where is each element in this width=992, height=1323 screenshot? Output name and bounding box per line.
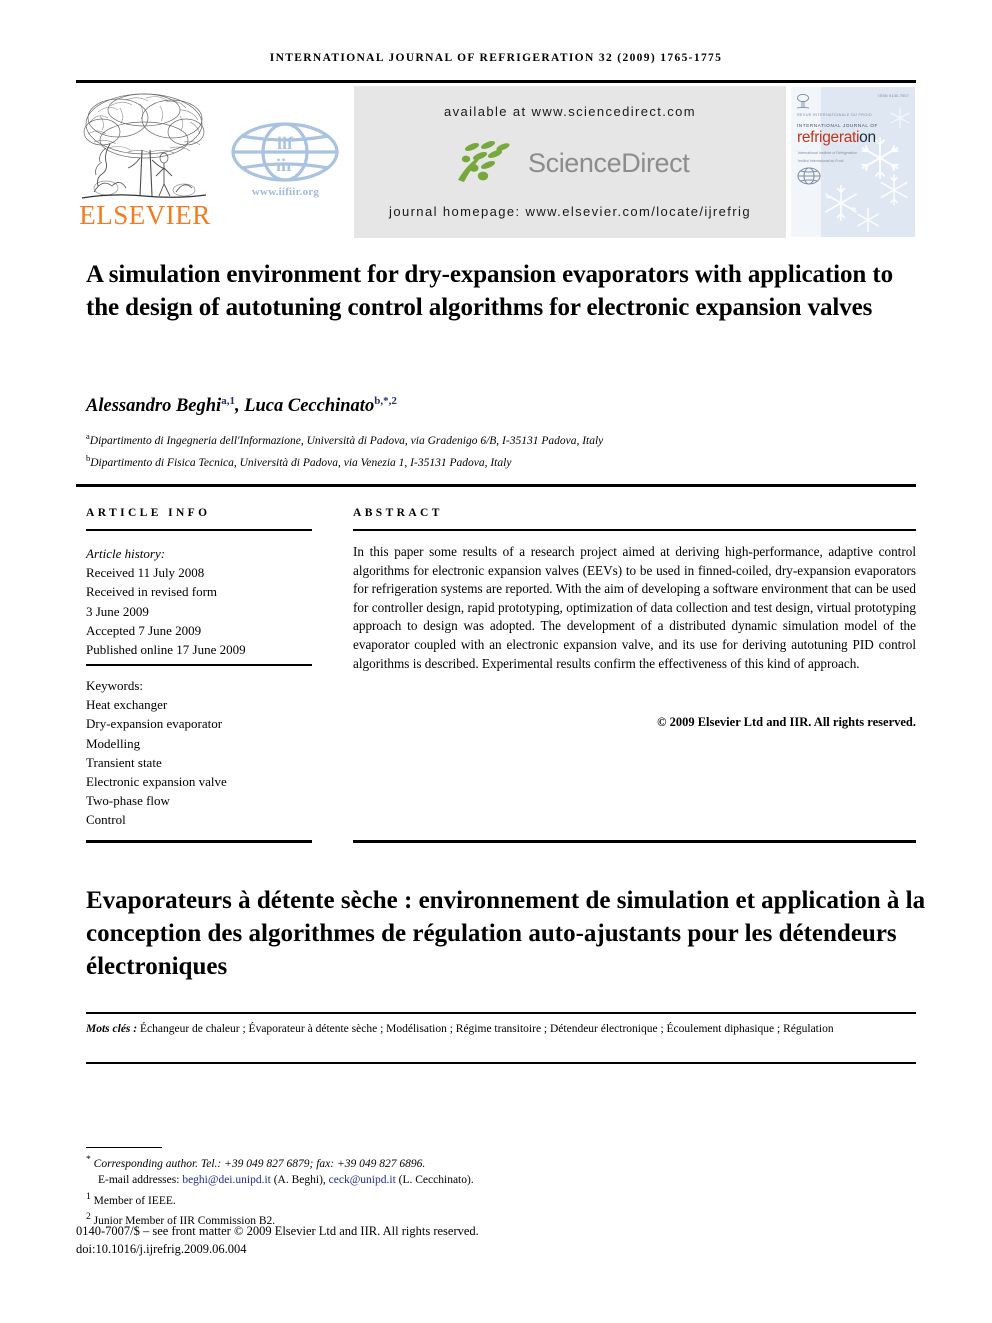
history-item: Published online 17 June 2009: [86, 642, 246, 658]
email-2-owner: (L. Cecchinato).: [398, 1174, 474, 1187]
history-item: Received 11 July 2008: [86, 565, 205, 581]
journal-first-page: INTERNATIONAL JOURNAL OF REFRIGERATION 3…: [0, 0, 992, 1323]
author-2-marks: b,*,2: [374, 395, 397, 407]
header-top-rule: [76, 80, 916, 83]
keyword-item: Modelling: [86, 735, 141, 751]
keywords-block: Keywords: Heat exchanger Dry-expansion e…: [86, 676, 312, 830]
journal-cover-thumbnail: ISSN 0140-7007 REVUE INTERNATIONALE DU F…: [790, 86, 916, 238]
keyword-item: Transient state: [86, 754, 162, 770]
sciencedirect-leaf-icon: [458, 141, 510, 182]
email-link-beghi[interactable]: beghi@dei.unipd.it: [182, 1174, 271, 1186]
cover-ijr-line: INTERNATIONAL JOURNAL OF: [797, 123, 878, 128]
footnote-corresponding: * Corresponding author. Tel.: +39 049 82…: [86, 1152, 686, 1172]
issn-doi-block: 0140-7007/$ – see front matter © 2009 El…: [76, 1222, 776, 1258]
author-2: Luca Cecchinatob,*,2: [244, 395, 397, 417]
keyword-item: Dry-expansion evaporator: [86, 716, 223, 732]
author-list: Alessandro Beghia,1, Luca Cecchinatob,*,…: [86, 395, 916, 417]
snowflake-icon: [890, 107, 910, 129]
keyword-item: Control: [86, 812, 126, 828]
french-title: Evaporateurs à détente sèche : environne…: [86, 887, 926, 980]
abstract-rule: [353, 529, 916, 531]
french-keywords-top-rule: [86, 1012, 916, 1014]
iifiir-logo: iif iir www.iifiir.org: [228, 120, 343, 210]
elsevier-wordmark: ELSEVIER: [79, 200, 211, 230]
email-label: E-mail addresses:: [98, 1174, 180, 1187]
footnote-2-marker: 2: [86, 1211, 91, 1223]
footnote-separator-rule: [86, 1147, 162, 1148]
abstract-text: In this paper some results of a research…: [353, 544, 916, 671]
doi-line: doi:10.1016/j.ijrefrig.2009.06.004: [76, 1242, 247, 1256]
info-section-top-rule: [76, 484, 916, 487]
sciencedirect-band: available at www.sciencedirect.com Scien…: [354, 86, 786, 238]
abstract-copyright: © 2009 Elsevier Ltd and IIR. All rights …: [657, 715, 916, 729]
keywords-label: Keywords:: [86, 678, 144, 693]
svg-text:iif: iif: [277, 133, 294, 153]
affiliations: aDipartimento di Ingegneria dell'Informa…: [86, 428, 916, 473]
footnotes-block: * Corresponding author. Tel.: +39 049 82…: [86, 1152, 686, 1230]
article-info-rule: [86, 529, 312, 531]
footnote-emails: E-mail addresses: beghi@dei.unipd.it (A.…: [86, 1172, 686, 1189]
abstract-heading-text: ABSTRACT: [353, 507, 443, 519]
issn-front-matter: 0140-7007/$ – see front matter © 2009 El…: [76, 1224, 479, 1238]
cover-iir-globe-icon: [797, 167, 821, 185]
cover-elsevier-mark-icon: [796, 94, 810, 109]
keywords-rule: [86, 664, 312, 666]
article-history-label: Article history:: [86, 546, 166, 561]
footnote-corresponding-marker: *: [86, 1154, 91, 1165]
article-history-block: Article history: Received 11 July 2008 R…: [86, 544, 312, 659]
footnote-1: 1 Member of IEEE.: [86, 1189, 686, 1209]
affiliation-a-text: Dipartimento di Ingegneria dell'Informaz…: [89, 434, 604, 447]
cover-issn: ISSN 0140-7007: [878, 94, 909, 98]
cover-sub-line-1: International Institute of Refrigeration: [798, 151, 857, 155]
journal-homepage-text[interactable]: journal homepage: www.elsevier.com/locat…: [354, 204, 786, 219]
author-1: Alessandro Beghia,1: [86, 395, 235, 417]
french-keywords: Mots clés : Échangeur de chaleur ; Évapo…: [86, 1021, 916, 1039]
sciencedirect-logo: ScienceDirect: [354, 140, 786, 188]
history-item: 3 June 2009: [86, 603, 149, 619]
french-keywords-bottom-rule: [86, 1062, 916, 1064]
history-item: Received in revised form: [86, 584, 218, 600]
footnote-1-marker: 1: [86, 1191, 91, 1203]
affiliation-a: aDipartimento di Ingegneria dell'Informa…: [86, 428, 916, 450]
footnote-1-text: Member of IEEE.: [93, 1194, 176, 1207]
elsevier-tree-icon: [81, 93, 207, 199]
affiliation-b: bDipartimento di Fisica Tecnica, Univers…: [86, 450, 916, 472]
french-keywords-text: Échangeur de chaleur ; Évaporateur à dét…: [139, 1023, 834, 1035]
iifiir-url[interactable]: www.iifiir.org: [228, 186, 343, 198]
article-title: A simulation environment for dry-expansi…: [86, 261, 893, 321]
footnote-corresponding-text: Corresponding author. Tel.: +39 049 827 …: [93, 1157, 426, 1170]
iifiir-globe-icon: iif iir: [231, 122, 339, 182]
publisher-header-band: ELSEVIER iif iir www.iifiir.org availabl…: [76, 86, 916, 238]
email-link-cecchinato[interactable]: ceck@unipd.it: [329, 1174, 396, 1186]
keyword-item: Heat exchanger: [86, 697, 168, 713]
cover-sub-line-2: Institut International du Froid: [798, 159, 844, 163]
french-keywords-label: Mots clés :: [86, 1023, 138, 1035]
sciencedirect-wordmark: ScienceDirect: [528, 148, 690, 178]
article-info-heading-text: ARTICLE INFO: [86, 507, 211, 519]
author-separator: ,: [234, 396, 245, 417]
running-head: INTERNATIONAL JOURNAL OF REFRIGERATION 3…: [269, 52, 723, 64]
svg-text:iir: iir: [276, 155, 294, 175]
cover-iir-line: REVUE INTERNATIONALE DU FROID: [797, 113, 872, 117]
snowflake-icon: [880, 174, 908, 206]
info-section-bottom-rule-left: [86, 840, 312, 843]
email-1-owner: (A. Beghi),: [273, 1174, 326, 1187]
article-info-heading: ARTICLE INFO: [86, 507, 312, 519]
info-section-bottom-rule-right: [353, 840, 916, 843]
history-item: Accepted 7 June 2009: [86, 622, 202, 638]
cover-title-red-part: refrigerati: [797, 129, 860, 146]
abstract-heading: ABSTRACT: [353, 507, 916, 519]
author-1-marks: a,1: [221, 395, 235, 407]
keyword-item: Electronic expansion valve: [86, 774, 227, 790]
affiliation-b-text: Dipartimento di Fisica Tecnica, Universi…: [90, 457, 512, 470]
keyword-item: Two-phase flow: [86, 793, 170, 809]
available-at-text: available at www.sciencedirect.com: [443, 104, 697, 119]
elsevier-logo: ELSEVIER: [76, 86, 214, 238]
snowflake-icon: [857, 208, 879, 232]
